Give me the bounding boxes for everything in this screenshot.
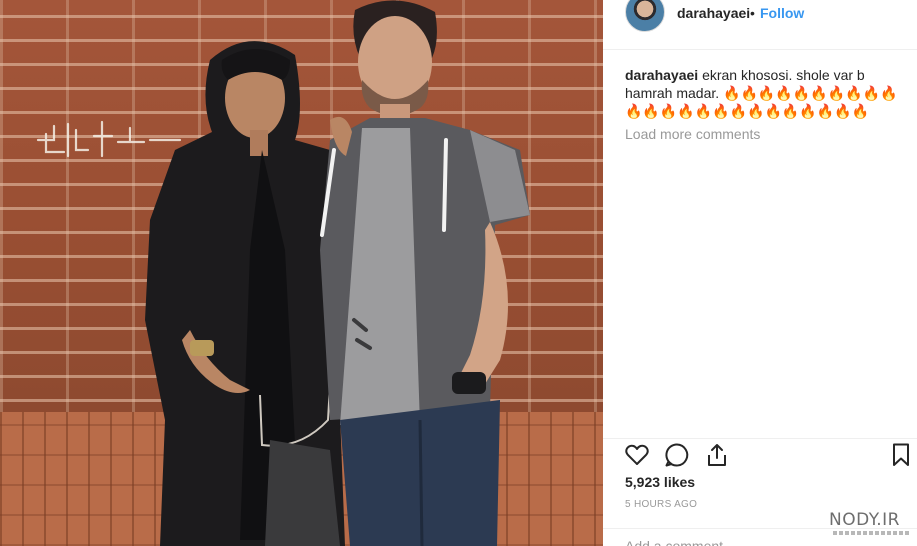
post-timestamp: 5 HOURS AGO (625, 499, 698, 510)
man-figure (320, 0, 530, 546)
load-more-comments-link[interactable]: Load more comments (625, 126, 760, 142)
post-caption: darahayaei ekran khososi. shole var b ha… (625, 66, 905, 120)
heart-icon[interactable] (623, 441, 651, 469)
post-header: darahayaei • Follow (603, 0, 917, 50)
post-sidebar: darahayaei • Follow darahayaei ekran kho… (603, 0, 917, 546)
header-username[interactable]: darahayaei (677, 5, 750, 21)
people-illustration (145, 0, 530, 546)
avatar[interactable] (625, 0, 665, 32)
post-photo[interactable] (0, 0, 603, 546)
woman-figure (145, 41, 345, 546)
watermark-text: NODY.IR (829, 510, 900, 530)
header-separator: • (750, 5, 755, 21)
likes-count[interactable]: 5,923 likes (625, 474, 695, 490)
site-watermark: NODY.IR (829, 510, 913, 538)
follow-button[interactable]: Follow (760, 5, 804, 21)
comment-input-placeholder[interactable]: Add a comment… (625, 538, 737, 546)
post-actions (603, 438, 917, 470)
watermark-subline (833, 531, 909, 535)
share-icon[interactable] (703, 441, 731, 469)
comment-icon[interactable] (663, 441, 691, 469)
caption-username[interactable]: darahayaei (625, 67, 698, 83)
bookmark-icon[interactable] (887, 441, 915, 469)
